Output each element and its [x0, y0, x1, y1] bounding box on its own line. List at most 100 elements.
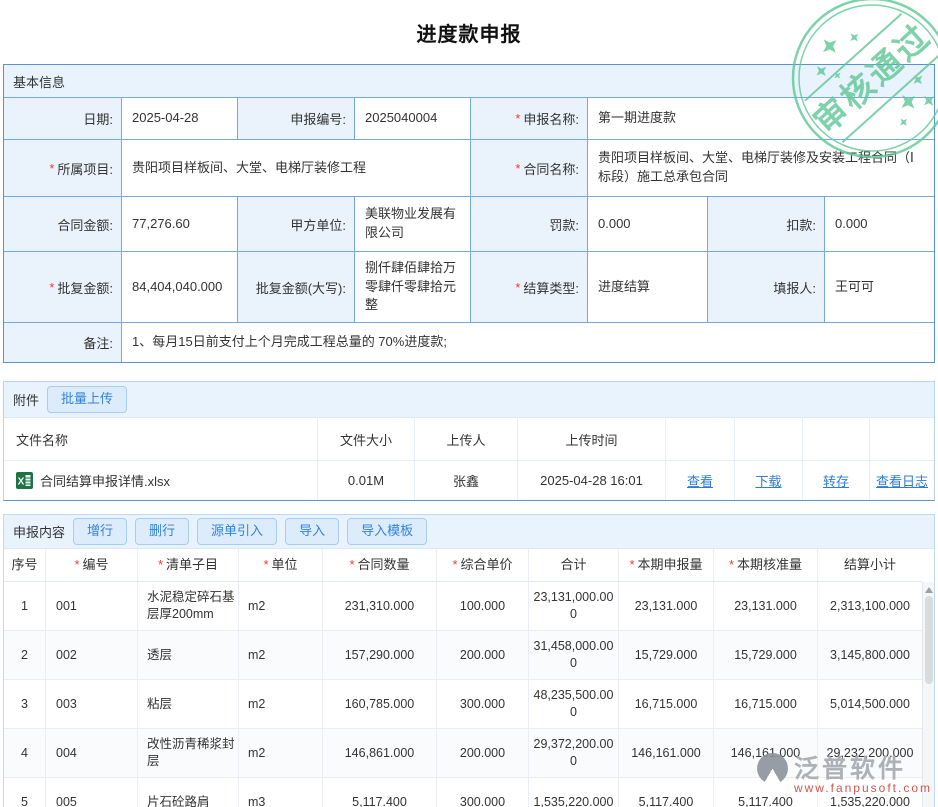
- download-link[interactable]: 下载: [755, 471, 781, 490]
- column-header-4: *单位: [239, 549, 323, 582]
- project-label: *所属项目:: [4, 140, 122, 197]
- attachment-action-cell: 下载: [735, 461, 803, 500]
- declaration-cell: 片石砼路肩: [138, 778, 239, 807]
- page-title: 进度款申报: [0, 0, 938, 47]
- declaration-cell: 5,014,500.000: [818, 680, 922, 729]
- date-label: 日期:: [4, 98, 122, 140]
- declaration-cell: 003: [46, 680, 138, 729]
- required-icon: *: [452, 556, 457, 574]
- declaration-cell: 2,313,100.000: [818, 582, 922, 631]
- declaration-cell: 160,785.000: [323, 680, 437, 729]
- declaration-cell: 1,535,220.000: [818, 778, 922, 807]
- attachments-panel: 附件 批量上传 文件名称 文件大小 上传人 上传时间 X 合同结算申报详情.xl…: [3, 381, 935, 501]
- required-icon: *: [263, 556, 268, 574]
- import-button[interactable]: 导入: [285, 518, 339, 545]
- view-link[interactable]: 查看: [687, 471, 713, 490]
- approved-amount-label: *批复金额:: [4, 252, 122, 323]
- attachment-uploader: 张鑫: [415, 461, 518, 500]
- action-column-header: [803, 418, 870, 461]
- declaration-cell: 231,310.000: [323, 582, 437, 631]
- required-icon: *: [49, 280, 54, 295]
- source-import-button[interactable]: 源单引入: [197, 518, 277, 545]
- declaration-cell: 5,117.400: [714, 778, 818, 807]
- attachment-action-cell: 转存: [803, 461, 870, 500]
- view-log-link[interactable]: 查看日志: [876, 471, 928, 490]
- declaration-name-label: *申报名称:: [471, 98, 588, 140]
- declaration-cell: 5,117.400: [619, 778, 714, 807]
- approved-amount-value: 84,404,040.000: [122, 252, 238, 323]
- declaration-cell: 31,458,000.000: [529, 631, 619, 680]
- settle-type-label: *结算类型:: [471, 252, 588, 323]
- required-icon: *: [349, 556, 354, 574]
- declaration-cell: 水泥稳定碎石基层厚200mm: [138, 582, 239, 631]
- scrollbar-thumb[interactable]: [925, 596, 933, 684]
- declaration-cell: 002: [46, 631, 138, 680]
- import-template-button[interactable]: 导入模板: [347, 518, 427, 545]
- scroll-up-icon[interactable]: [925, 587, 933, 593]
- required-icon: *: [515, 111, 520, 126]
- transfer-link[interactable]: 转存: [823, 471, 849, 490]
- declaration-cell: 146,161.000: [619, 729, 714, 778]
- attachment-upload-time: 2025-04-28 16:01: [518, 461, 666, 500]
- declaration-cell: 200.000: [437, 729, 529, 778]
- party-a-value: 美联物业发展有限公司: [355, 197, 471, 252]
- declaration-no-value: 2025040004: [355, 98, 471, 140]
- basic-info-form: 日期: 2025-04-28 申报编号: 2025040004 *申报名称: 第…: [4, 98, 934, 362]
- declaration-cell: 15,729.000: [714, 631, 818, 680]
- declaration-cell: 300.000: [437, 778, 529, 807]
- declaration-cell: 16,715.000: [714, 680, 818, 729]
- declaration-cell: 粘层: [138, 680, 239, 729]
- contract-amount-value: 77,276.60: [122, 197, 238, 252]
- settle-type-value: 进度结算: [588, 252, 708, 323]
- declaration-cell: 004: [46, 729, 138, 778]
- declaration-row: 1001水泥稳定碎石基层厚200mmm2231,310.000100.00023…: [4, 582, 922, 631]
- declaration-row: 3003粘层m2160,785.000300.00048,235,500.000…: [4, 680, 922, 729]
- excel-file-icon: X: [16, 472, 33, 489]
- upload-time-column-header: 上传时间: [518, 418, 666, 461]
- contract-name-value: 贵阳项目样板间、大堂、电梯厅装修及安装工程合同（Ⅰ标段）施工总承包合同: [588, 140, 934, 197]
- basic-info-section-header: 基本信息: [4, 65, 934, 98]
- declaration-cell: 001: [46, 582, 138, 631]
- declaration-cell: 5: [4, 778, 46, 807]
- declaration-cell: 23,131.000: [619, 582, 714, 631]
- declaration-cell: 48,235,500.000: [529, 680, 619, 729]
- remark-label: 备注:: [4, 323, 122, 362]
- date-value: 2025-04-28: [122, 98, 238, 140]
- declaration-panel: 申报内容 增行 删行 源单引入 导入 导入模板 序号*编号*清单子目*单位*合同…: [3, 514, 935, 807]
- attachment-action-cell: 查看: [666, 461, 735, 500]
- attachments-section-title: 附件: [13, 390, 39, 409]
- party-a-label: 甲方单位:: [238, 197, 355, 252]
- declaration-row: 4004改性沥青稀浆封层m2146,861.000200.00029,372,2…: [4, 729, 922, 778]
- required-icon: *: [729, 556, 734, 574]
- declaration-cell: 3: [4, 680, 46, 729]
- delete-row-button[interactable]: 删行: [135, 518, 189, 545]
- uploader-column-header: 上传人: [415, 418, 518, 461]
- filler-value: 王可可: [825, 252, 934, 323]
- file-size-column-header: 文件大小: [318, 418, 415, 461]
- declaration-cell: 4: [4, 729, 46, 778]
- declaration-table-body: 1001水泥稳定碎石基层厚200mmm2231,310.000100.00023…: [4, 582, 934, 807]
- column-header-10: 结算小计: [818, 549, 922, 582]
- table-scrollbar[interactable]: [922, 582, 934, 807]
- declaration-cell: 改性沥青稀浆封层: [138, 729, 239, 778]
- action-column-header: [870, 418, 934, 461]
- attachment-file-size: 0.01M: [318, 461, 415, 500]
- declaration-name-value: 第一期进度款: [588, 98, 934, 140]
- declaration-cell: m3: [239, 778, 323, 807]
- declaration-cell: 100.000: [437, 582, 529, 631]
- batch-upload-button[interactable]: 批量上传: [47, 386, 127, 413]
- column-header-9: *本期核准量: [714, 549, 818, 582]
- declaration-table-head: 序号*编号*清单子目*单位*合同数量*综合单价合计*本期申报量*本期核准量结算小…: [4, 549, 922, 582]
- approved-words-value: 捌仟肆佰肆拾万零肆仟零肆拾元整: [355, 252, 471, 323]
- add-row-button[interactable]: 增行: [73, 518, 127, 545]
- declaration-cell: 15,729.000: [619, 631, 714, 680]
- required-icon: *: [629, 556, 634, 574]
- action-column-header: [666, 418, 735, 461]
- declaration-cell: 29,232,200.000: [818, 729, 922, 778]
- filler-label: 填报人:: [708, 252, 825, 323]
- svg-text:X: X: [18, 477, 25, 488]
- declaration-cell: 16,715.000: [619, 680, 714, 729]
- attachment-file-name: X 合同结算申报详情.xlsx: [4, 461, 318, 500]
- declaration-cell: 2: [4, 631, 46, 680]
- basic-info-section-title: 基本信息: [13, 72, 65, 91]
